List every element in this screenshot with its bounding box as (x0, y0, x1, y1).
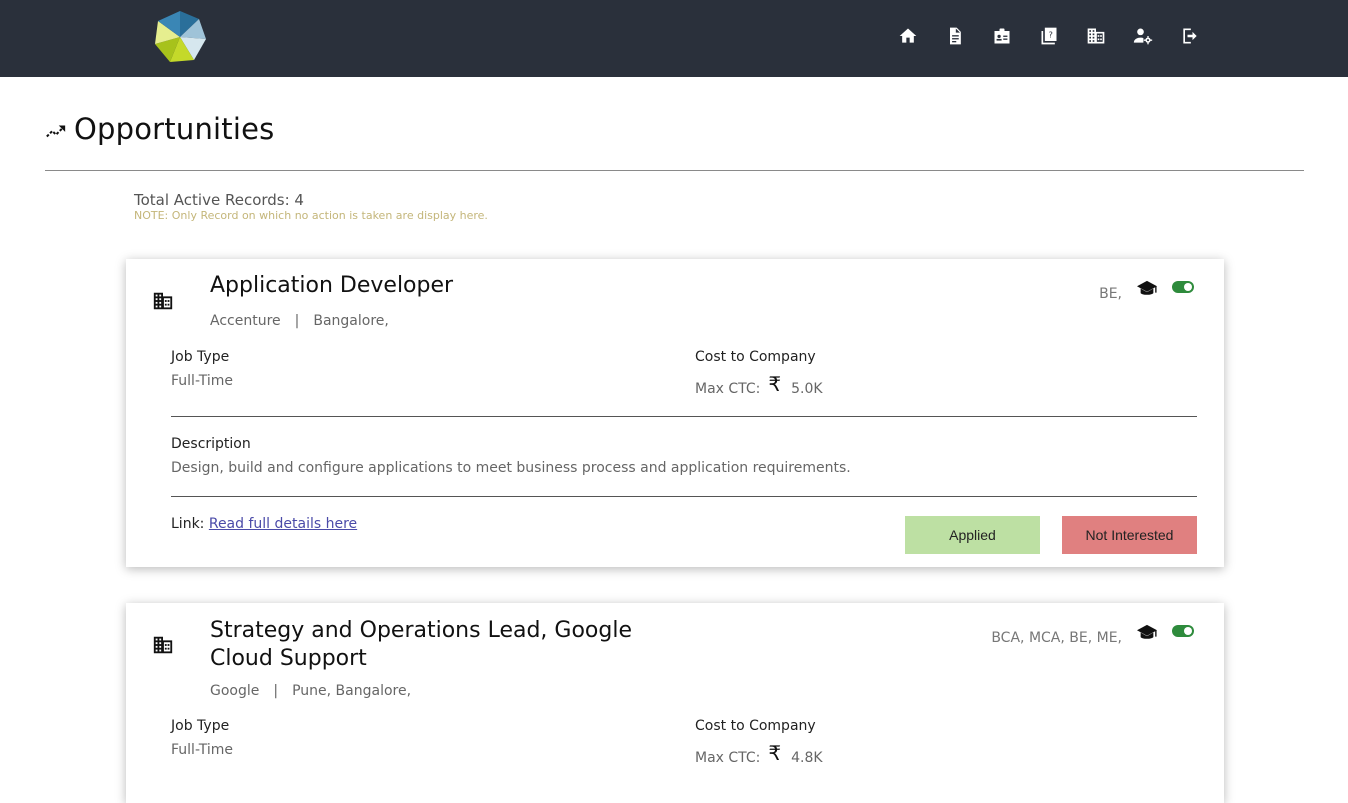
ctc-label: Cost to Company (695, 718, 816, 734)
not-interested-button[interactable]: Not Interested (1062, 516, 1197, 554)
app-logo[interactable] (152, 10, 208, 64)
separator: | (273, 683, 279, 699)
max-ctc-value: 5.0K (791, 381, 823, 397)
user-settings-icon[interactable] (1128, 22, 1158, 50)
nav-icons: ? (893, 22, 1205, 50)
job-type-label: Job Type (171, 718, 230, 734)
company-location: Accenture | Bangalore, (210, 313, 389, 329)
description-text: Design, build and configure applications… (171, 460, 851, 476)
opportunity-card: Application Developer Accenture | Bangal… (126, 259, 1224, 567)
top-navbar: ? (0, 0, 1348, 77)
logout-icon[interactable] (1175, 22, 1205, 50)
company-building-icon (153, 292, 173, 310)
applied-button[interactable]: Applied (905, 516, 1040, 554)
company-name: Google (210, 683, 260, 699)
job-type-label: Job Type (171, 349, 230, 365)
job-locations: Bangalore, (313, 313, 389, 329)
job-title: Application Developer (210, 273, 454, 298)
qualifications: BE, (1099, 286, 1122, 302)
job-title: Strategy and Operations Lead, Google Clo… (210, 618, 632, 671)
max-ctc: Max CTC: ₹ 5.0K (695, 372, 823, 398)
link-label: Link: (171, 516, 205, 532)
rupee-icon: ₹ (768, 741, 782, 765)
job-type-value: Full-Time (171, 742, 233, 758)
section-divider (171, 416, 1197, 417)
max-ctc: Max CTC: ₹ 4.8K (695, 741, 823, 767)
active-toggle[interactable] (1172, 281, 1194, 293)
max-ctc-label: Max CTC: (695, 381, 761, 397)
graduation-cap-icon (1137, 624, 1157, 639)
opportunity-card: Strategy and Operations Lead, Google Clo… (126, 603, 1224, 803)
job-locations: Pune, Bangalore, (292, 683, 412, 699)
records-note: NOTE: Only Record on which no action is … (134, 209, 488, 222)
trending-icon (46, 125, 66, 137)
description-label: Description (171, 436, 251, 452)
id-card-icon[interactable] (987, 22, 1017, 50)
details-link-row: Link: Read full details here (171, 516, 357, 532)
building-icon[interactable] (1081, 22, 1111, 50)
section-divider (171, 496, 1197, 497)
ctc-label: Cost to Company (695, 349, 816, 365)
company-building-icon (153, 636, 173, 654)
page-title: Opportunities (74, 112, 275, 146)
read-details-link[interactable]: Read full details here (209, 516, 357, 532)
quiz-icon[interactable]: ? (1034, 22, 1064, 50)
job-type-value: Full-Time (171, 373, 233, 389)
max-ctc-label: Max CTC: (695, 750, 761, 766)
home-icon[interactable] (893, 22, 923, 50)
qualifications: BCA, MCA, BE, ME, (991, 630, 1122, 646)
active-toggle[interactable] (1172, 625, 1194, 637)
company-name: Accenture (210, 313, 281, 329)
total-records: Total Active Records: 4 (134, 191, 304, 209)
max-ctc-value: 4.8K (791, 750, 823, 766)
page-header: Opportunities (45, 112, 274, 146)
separator: | (294, 313, 300, 329)
svg-text:?: ? (1048, 30, 1052, 40)
graduation-cap-icon (1137, 280, 1157, 295)
file-icon[interactable] (940, 22, 970, 50)
rupee-icon: ₹ (768, 372, 782, 396)
header-divider (45, 170, 1304, 171)
company-location: Google | Pune, Bangalore, (210, 683, 411, 699)
